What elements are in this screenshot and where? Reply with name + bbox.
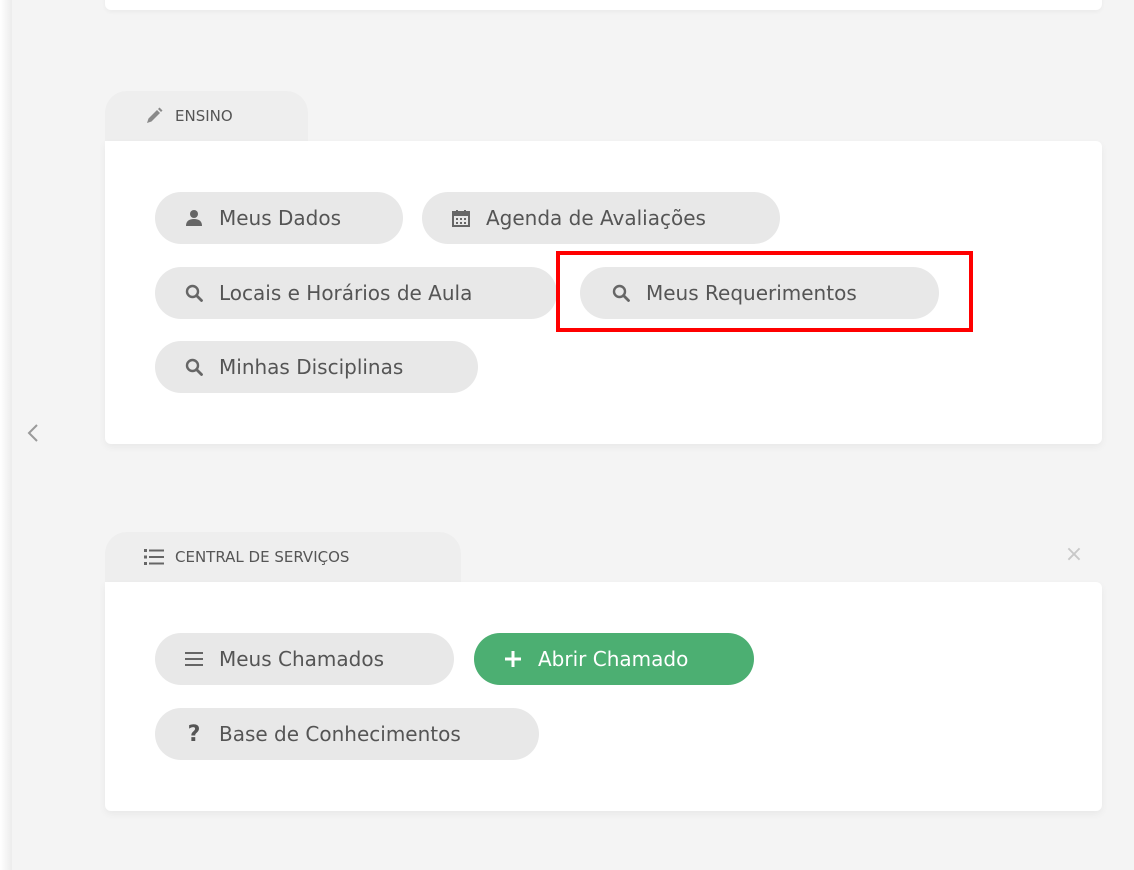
ensino-tab: ENSINO [105, 91, 308, 141]
left-edge-shadow [0, 0, 12, 870]
user-icon [183, 207, 205, 229]
meus-requerimentos-button[interactable]: Meus Requerimentos [580, 267, 939, 319]
agenda-avaliacoes-label: Agenda de Avaliações [486, 206, 706, 230]
ensino-tab-title: ENSINO [175, 107, 233, 125]
meus-dados-label: Meus Dados [219, 206, 342, 230]
abrir-chamado-label: Abrir Chamado [538, 647, 689, 671]
previous-widget-card [105, 0, 1102, 10]
locais-horarios-label: Locais e Horários de Aula [219, 281, 473, 305]
minhas-disciplinas-button[interactable]: Minhas Disciplinas [155, 341, 478, 393]
dashboard-page: ENSINO Meus Dados Agenda de Avaliações L… [0, 0, 1134, 870]
base-conhecimentos-label: Base de Conhecimentos [219, 722, 461, 746]
calendar-icon [450, 207, 472, 229]
search-icon [610, 282, 632, 304]
locais-horarios-button[interactable]: Locais e Horários de Aula [155, 267, 557, 319]
question-icon: ? [187, 721, 201, 747]
chevron-left-icon[interactable] [18, 418, 48, 448]
meus-chamados-button[interactable]: Meus Chamados [155, 633, 454, 685]
abrir-chamado-button[interactable]: Abrir Chamado [474, 633, 754, 685]
close-icon[interactable]: × [1062, 541, 1086, 567]
central-servicos-body [105, 582, 1102, 811]
agenda-avaliacoes-button[interactable]: Agenda de Avaliações [422, 192, 780, 244]
search-icon [183, 282, 205, 304]
minhas-disciplinas-label: Minhas Disciplinas [219, 355, 404, 379]
pencil-icon [143, 105, 165, 127]
list-icon [143, 546, 165, 568]
central-servicos-tab-title: CENTRAL DE SERVIÇOS [175, 548, 350, 566]
meus-dados-button[interactable]: Meus Dados [155, 192, 403, 244]
close-label: × [1064, 541, 1084, 567]
central-servicos-tab: CENTRAL DE SERVIÇOS [105, 532, 461, 582]
meus-chamados-label: Meus Chamados [219, 647, 384, 671]
search-icon [183, 356, 205, 378]
plus-icon [502, 648, 524, 670]
base-conhecimentos-button[interactable]: ? Base de Conhecimentos [155, 708, 539, 760]
bars-icon [183, 648, 205, 670]
meus-requerimentos-label: Meus Requerimentos [646, 281, 857, 305]
